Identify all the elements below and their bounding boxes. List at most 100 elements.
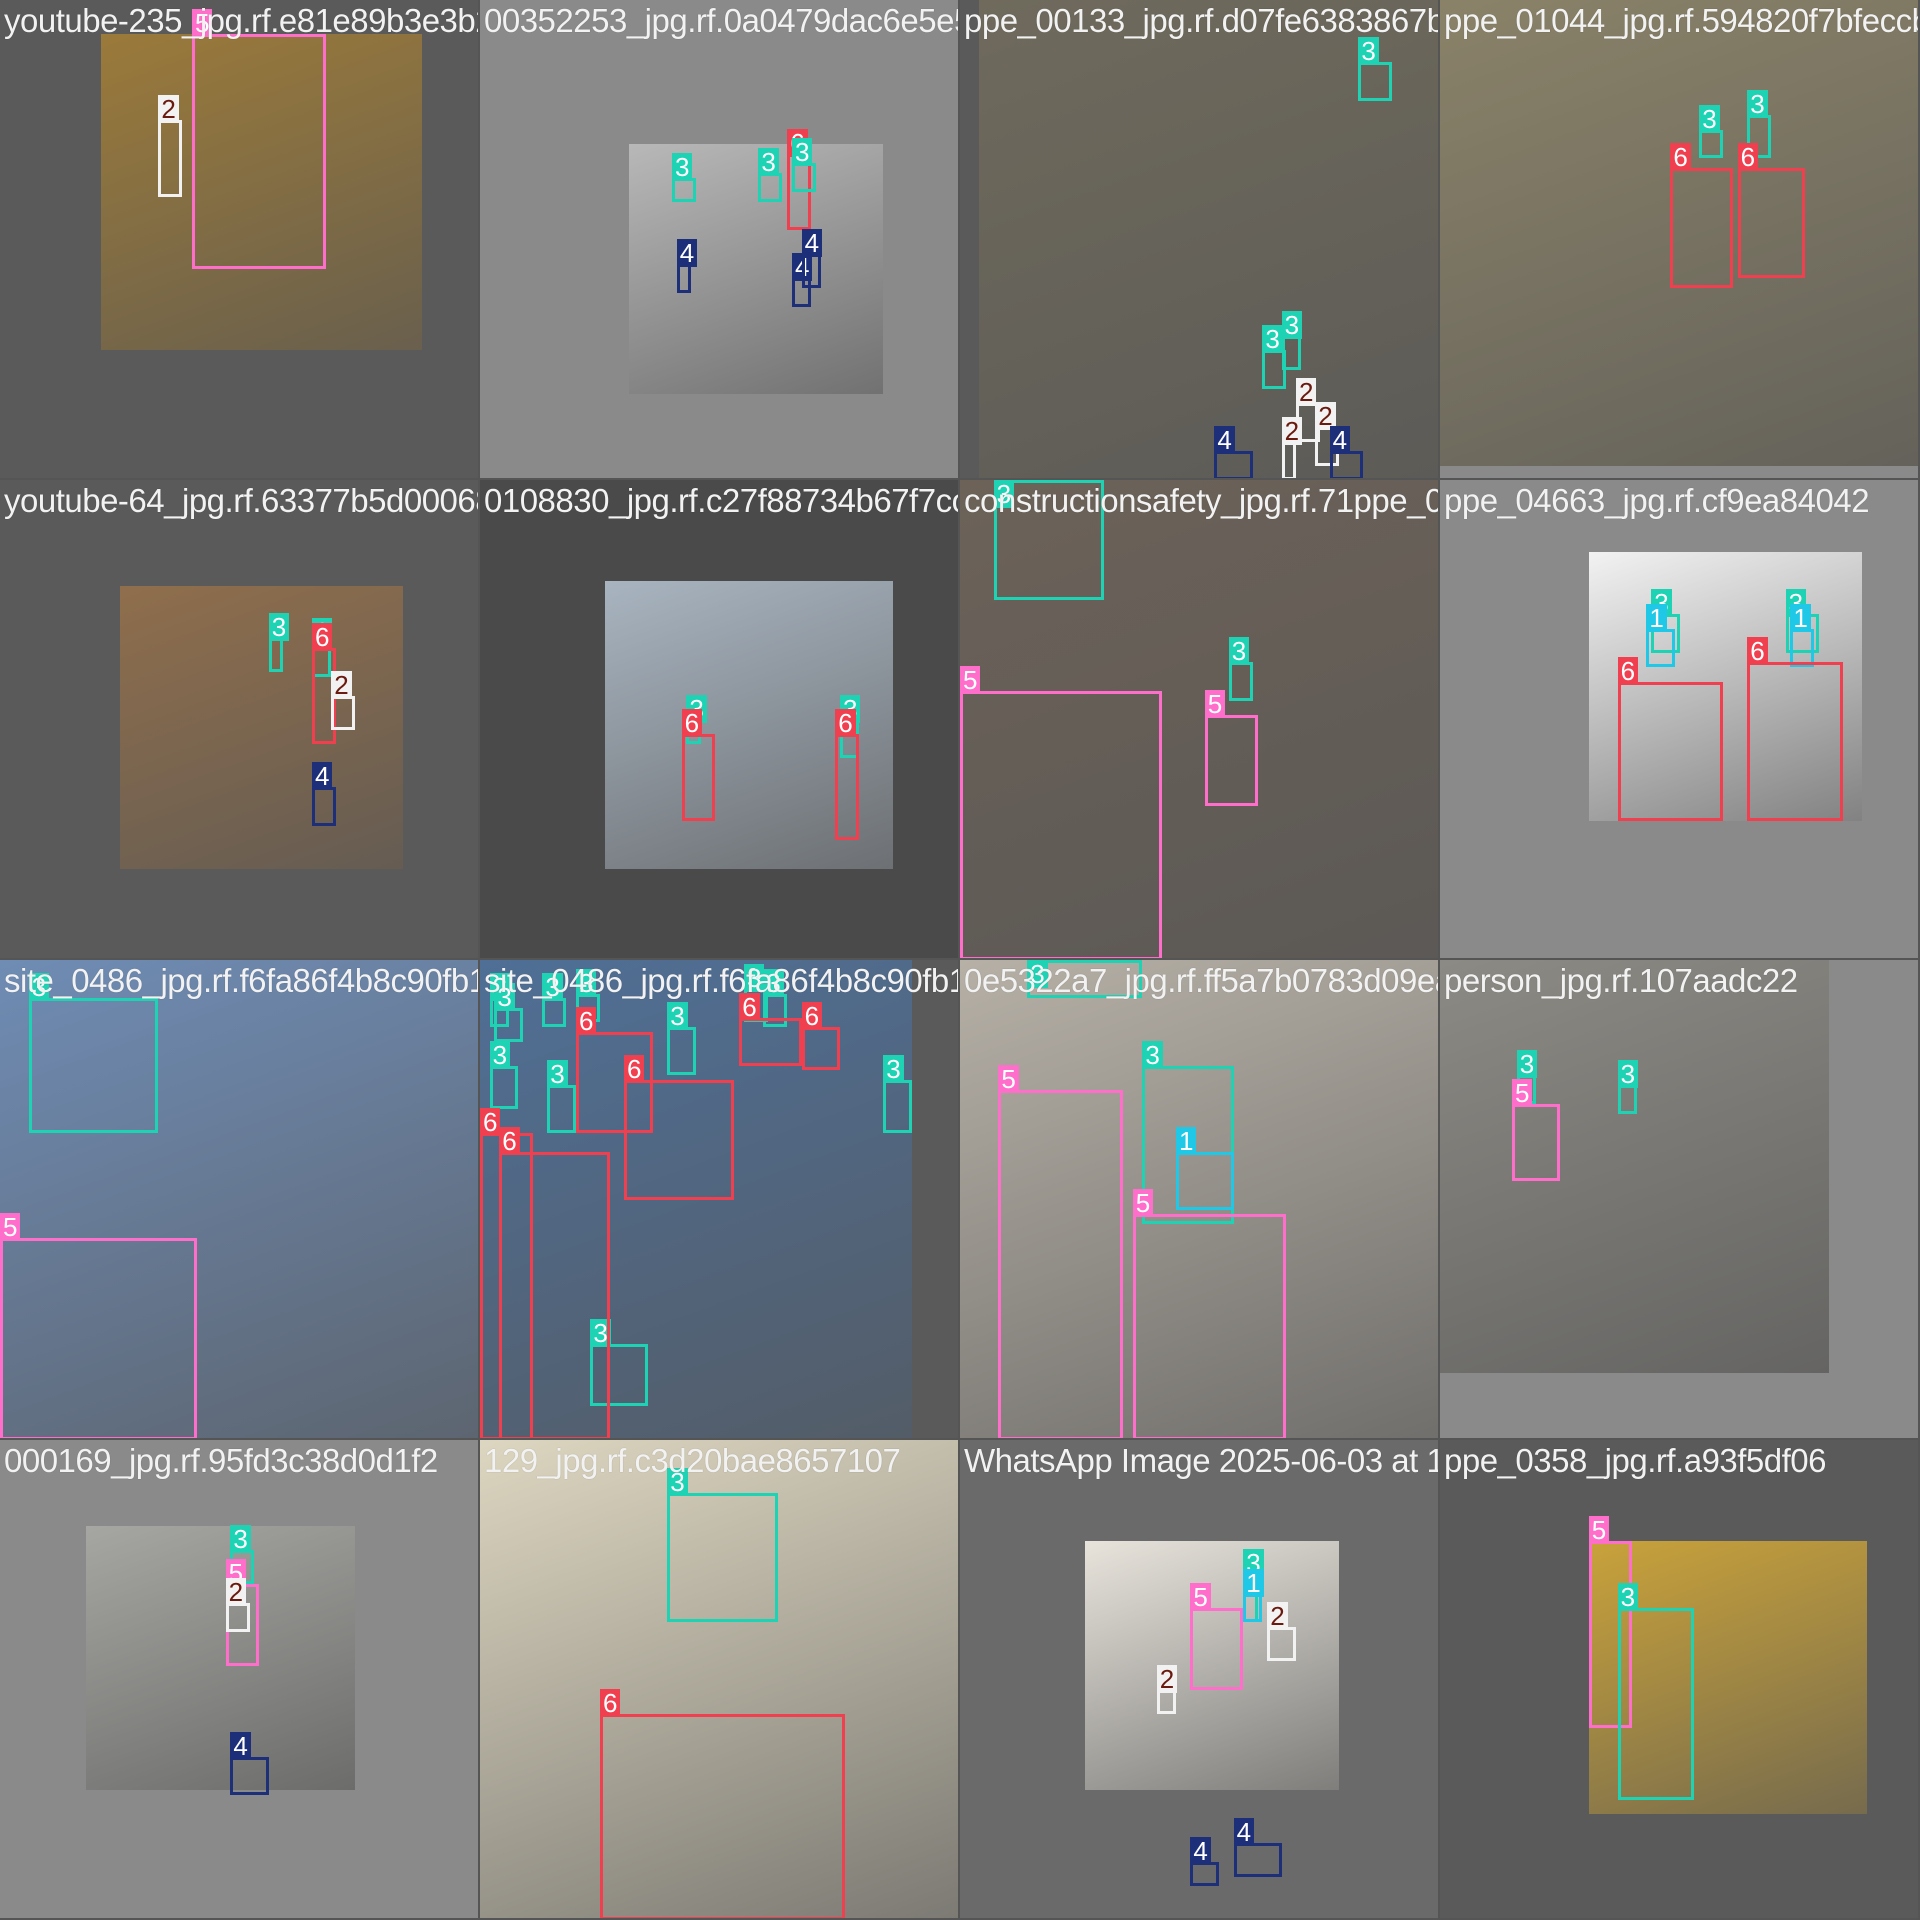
box-class-label: 1 [1646, 603, 1667, 632]
bounding-box-class-3: 3 [1358, 37, 1392, 101]
box-class-label: 5 [1132, 1189, 1154, 1218]
box-class-label: 6 [499, 1127, 520, 1155]
bounding-box-class-3: 3 [667, 1467, 778, 1623]
bounding-box-class-1: 1 [1243, 1568, 1264, 1623]
bounding-box-class-3: 3 [667, 1002, 696, 1076]
bounding-box-class-6: 6 [681, 709, 716, 821]
bounding-box-class-6: 6 [624, 1055, 735, 1200]
box-class-label: 2 [331, 671, 352, 699]
box-class-label: 4 [1329, 426, 1351, 455]
bounding-box-class-4: 4 [1233, 1818, 1282, 1877]
box-class-label: 3 [489, 1040, 511, 1069]
box-class-label: 5 [960, 666, 981, 695]
bounding-box-class-6: 6 [1737, 143, 1805, 279]
box-class-label: 6 [480, 1107, 501, 1136]
box-class-label: 4 [1214, 426, 1235, 455]
box-class-label: 3 [883, 1055, 904, 1083]
tile-filename: ppe_00133_jpg.rf.d07fe6383867b0448e59482… [964, 2, 1438, 39]
bounding-box-class-6: 6 [1747, 637, 1844, 821]
bounding-box-class-4: 4 [676, 239, 698, 293]
mosaic-tile: 3535constructionsafety_jpg.rf.71ppe_0466… [960, 480, 1440, 960]
box-class-label: 3 [1516, 1050, 1538, 1079]
bounding-box-class-2: 2 [158, 95, 183, 197]
box-class-label: 3 [1262, 325, 1283, 354]
bounding-box-class-6: 6 [499, 1127, 610, 1438]
box-class-label: 5 [1190, 1583, 1211, 1611]
tile-filename: site_0486_jpg.rf.f6fa86f4b8c90fb1a3bf8e1… [4, 962, 478, 999]
box-class-label: 6 [624, 1055, 645, 1083]
box-class-label: 3 [230, 1525, 251, 1554]
bounding-box-class-3: 3 [883, 1055, 912, 1133]
bounding-box-class-4: 4 [1190, 1837, 1220, 1887]
mosaic-tile: 3 5 3 person_jpg.rf.107aadc22 [1440, 960, 1920, 1440]
bounding-box-class-4: 4 [230, 1731, 269, 1796]
box-class-label: 2 [158, 95, 179, 123]
mosaic-tile: 353150e5322a7_jpg.rf.ff5a7b0783d09ea6a27… [960, 960, 1440, 1440]
box-class-label: 6 [1617, 656, 1639, 685]
mosaic-tile: 36360108830_jpg.rf.c27f88734b67f7constru… [480, 480, 960, 960]
mosaic-tile: 3 5 2 4 000169_jpg.rf.95fd3c38d0d1f2 [0, 1440, 480, 1920]
mosaic-tile: 52 youtube-235_jpg.rf.e81e89b3e3b2453ba2a… [0, 0, 480, 480]
mosaic-tile: 5 3 ppe_0358_jpg.rf.a93f5df06 [1440, 1440, 1920, 1920]
bounding-box-class-2: 2 [1267, 1602, 1296, 1661]
mosaic-tile: 3 5 site_0486_jpg.rf.f6fa86f4b8c90fb1a3bf8… [0, 960, 480, 1440]
bounding-box-class-3: 3 [547, 1059, 576, 1133]
bounding-box-class-3: 3 [1228, 637, 1253, 701]
box-class-label: 3 [1228, 637, 1250, 666]
box-class-label: 4 [1233, 1818, 1255, 1847]
tile-filename: site_0486_jpg.rf.f6fa86f4b8c90fb1a3bf8e1… [484, 962, 958, 999]
training-image [628, 144, 884, 394]
bounding-box-class-5: 5 [1132, 1189, 1287, 1438]
bounding-box-class-5: 5 [1512, 1079, 1560, 1181]
mosaic-tile: 3366ppe_01044_jpg.rf.594820f7bfeccbed7 [1440, 0, 1920, 480]
box-class-label: 2 [1267, 1602, 1288, 1631]
tile-filename: ppe_0358_jpg.rf.a93f5df06 [1444, 1442, 1827, 1479]
bounding-box-class-5: 5 [192, 8, 327, 269]
tile-filename: 0108830_jpg.rf.c27f88734b67f7constructio… [484, 482, 958, 519]
tile-filename: 0e5322a7_jpg.rf.ff5a7b0783d09ea6a271a0e7… [964, 962, 1438, 999]
mosaic-tile: 336344400352253_jpg.rf.0a0479dac6e5e5a_1… [480, 0, 960, 480]
box-class-label: 3 [1358, 37, 1379, 66]
box-class-label: 4 [1190, 1837, 1211, 1866]
box-class-label: 3 [1699, 104, 1720, 133]
box-class-label: 3 [792, 138, 813, 167]
box-class-label: 3 [1617, 1583, 1639, 1611]
bounding-box-class-6: 6 [1670, 143, 1733, 288]
box-class-label: 6 [681, 709, 703, 738]
box-class-label: 4 [801, 229, 823, 258]
box-class-label: 3 [672, 152, 693, 181]
tile-filename: constructionsafety_jpg.rf.71ppe_04663_jp… [964, 482, 1438, 519]
box-class-label: 5 [1204, 690, 1226, 719]
mosaic-tile: 33333333333666666site_0486_jpg.rf.f6fa86… [480, 960, 960, 1440]
box-class-label: 6 [801, 1002, 823, 1031]
tile-filename: 000169_jpg.rf.95fd3c38d0d1f2 [4, 1442, 438, 1479]
bounding-box-class-3: 3 [268, 613, 290, 672]
training-image [1440, 960, 1829, 1373]
bounding-box-class-3: 3 [758, 147, 783, 202]
box-class-label: 5 [0, 1213, 21, 1242]
box-class-label: 4 [676, 239, 698, 267]
bounding-box-class-2: 2 [1281, 416, 1303, 478]
box-class-label: 6 [576, 1007, 597, 1035]
box-class-label: 5 [1588, 1515, 1610, 1544]
box-class-label: 1 [1243, 1568, 1264, 1597]
box-class-label: 3 [1142, 1040, 1163, 1069]
box-class-label: 3 [758, 147, 779, 176]
box-class-label: 3 [1281, 311, 1303, 339]
tile-filename: person_jpg.rf.107aadc22 [1444, 962, 1798, 999]
box-class-label: 2 [1156, 1664, 1178, 1693]
tile-filename: ppe_01044_jpg.rf.594820f7bfeccbed7 [1444, 2, 1918, 39]
mosaic-tile: 33624youtube-64_jpg.rf.63377b5d00068a0ed… [0, 480, 480, 960]
bounding-box-class-3: 3 [1617, 1583, 1695, 1800]
box-class-label: 4 [312, 762, 333, 791]
bounding-box-class-4: 4 [801, 229, 823, 288]
box-class-label: 2 [1281, 416, 1303, 445]
bounding-box-class-3: 3 [494, 983, 524, 1042]
bounding-box-class-3: 3 [672, 152, 696, 202]
bounding-box-class-5: 5 [998, 1064, 1124, 1438]
bounding-box-class-5: 5 [1190, 1583, 1244, 1690]
mosaic-tile: 33322244ppe_00133_jpg.rf.d07fe6383867b04… [960, 0, 1440, 480]
bounding-box-class-3: 3 [1699, 104, 1724, 159]
tile-filename: WhatsApp Image 2025-06-03 at 15.51.27 [964, 1442, 1438, 1479]
bounding-box-class-4: 4 [1329, 426, 1364, 478]
